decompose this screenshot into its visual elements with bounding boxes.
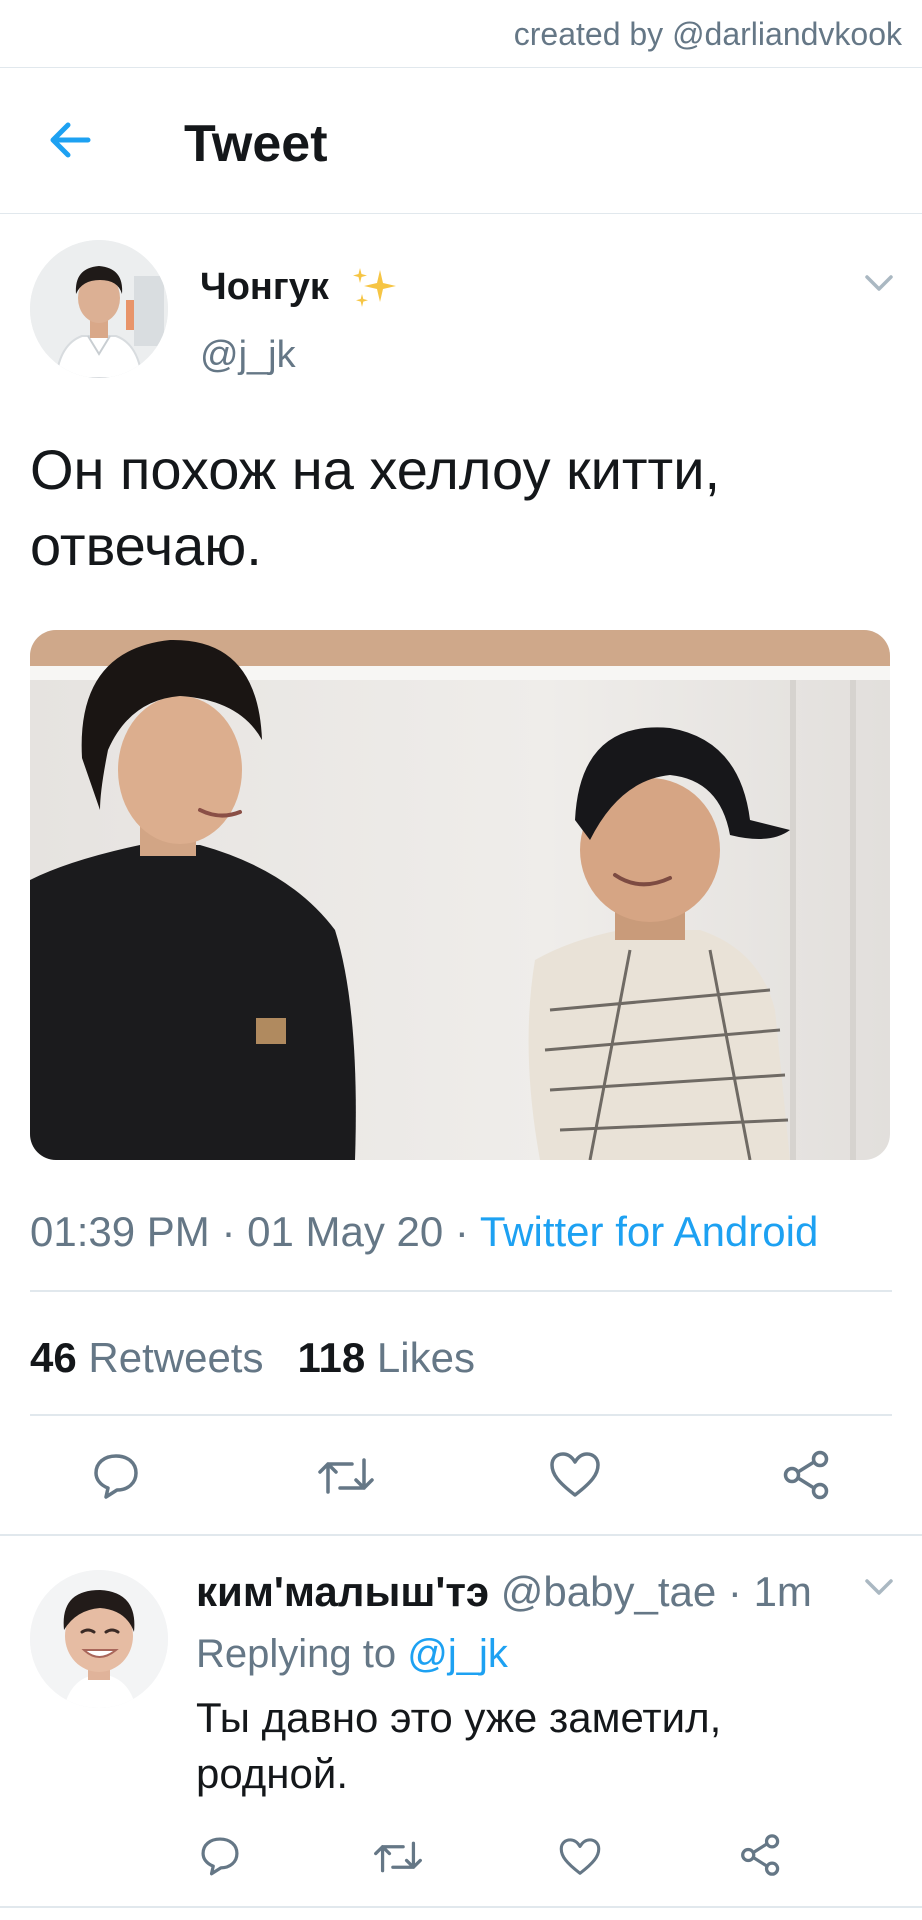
heart-icon[interactable] <box>558 1836 602 1878</box>
replying-to: Replying to @j_jk <box>196 1632 508 1677</box>
tweet-photo-image <box>30 630 890 1160</box>
tweet-photo[interactable] <box>30 630 890 1160</box>
reply-header: ким'малыш'тэ @baby_tae · 1m <box>196 1568 812 1616</box>
reply-text-line: Ты давно это уже заметил, <box>196 1694 722 1741</box>
likes-count: 118 <box>297 1334 366 1381</box>
divider <box>0 1534 922 1536</box>
tweet-screen: created by @darliandvkook Tweet Чонгук @… <box>0 0 922 1920</box>
tweet-source-link[interactable]: Twitter for Android <box>480 1208 818 1255</box>
divider <box>0 1906 922 1908</box>
chevron-down-icon[interactable] <box>862 272 896 294</box>
tweet-text-line: отвечаю. <box>30 514 262 577</box>
tweet-time: 01:39 PM <box>30 1208 210 1255</box>
replying-prefix: Replying to <box>196 1632 397 1676</box>
reply-author-name[interactable]: ким'малыш'тэ <box>196 1568 489 1615</box>
tweet-text: Он похож на хеллоу китти, отвечаю. <box>30 432 890 584</box>
reply-avatar[interactable] <box>30 1570 168 1708</box>
arrow-left-icon <box>50 122 91 158</box>
chevron-down-icon[interactable] <box>862 1576 896 1598</box>
comment-icon[interactable] <box>198 1834 242 1878</box>
share-icon[interactable] <box>738 1832 784 1878</box>
author-avatar-image <box>30 240 168 378</box>
reply-text-line: родной. <box>196 1750 348 1797</box>
retweets-count: 46 <box>30 1334 77 1381</box>
top-bar: Tweet <box>0 68 922 214</box>
comment-icon[interactable] <box>90 1450 142 1502</box>
likes-label: Likes <box>376 1334 475 1381</box>
reply-author-handle[interactable]: @baby_tae <box>501 1568 716 1615</box>
sparkles-icon <box>353 268 396 307</box>
credit-bar: created by @darliandvkook <box>0 0 922 68</box>
author-name[interactable]: Чонгук <box>200 266 329 309</box>
meta-separator: · <box>454 1208 469 1255</box>
meta-separator: · <box>221 1208 236 1255</box>
share-icon[interactable] <box>780 1448 834 1502</box>
page-title: Tweet <box>184 115 328 173</box>
heart-icon[interactable] <box>548 1450 602 1500</box>
retweets-stat[interactable]: 46 Retweets <box>30 1334 263 1381</box>
tweet-meta: 01:39 PM · 01 May 20 · Twitter for Andro… <box>30 1208 818 1256</box>
author-avatar[interactable] <box>30 240 168 378</box>
tweet-text-line: Он похож на хеллоу китти, <box>30 438 721 501</box>
tweet-date: 01 May 20 <box>247 1208 444 1255</box>
retweet-icon[interactable] <box>374 1836 422 1878</box>
reply-time: 1m <box>753 1568 812 1615</box>
divider <box>30 1414 892 1416</box>
tweet-stats: 46 Retweets 118 Likes <box>30 1334 475 1382</box>
reply-text: Ты давно это уже заметил, родной. <box>196 1690 896 1802</box>
divider <box>30 1290 892 1292</box>
back-button[interactable] <box>44 114 96 166</box>
reply-avatar-image <box>30 1570 168 1708</box>
replying-mention-link[interactable]: @j_jk <box>407 1632 508 1676</box>
credit-text: created by @darliandvkook <box>513 16 902 52</box>
retweets-label: Retweets <box>88 1334 264 1381</box>
author-handle[interactable]: @j_jk <box>200 334 296 377</box>
likes-stat[interactable]: 118 Likes <box>297 1334 475 1381</box>
meta-separator: · <box>727 1568 742 1615</box>
retweet-icon[interactable] <box>318 1452 374 1500</box>
